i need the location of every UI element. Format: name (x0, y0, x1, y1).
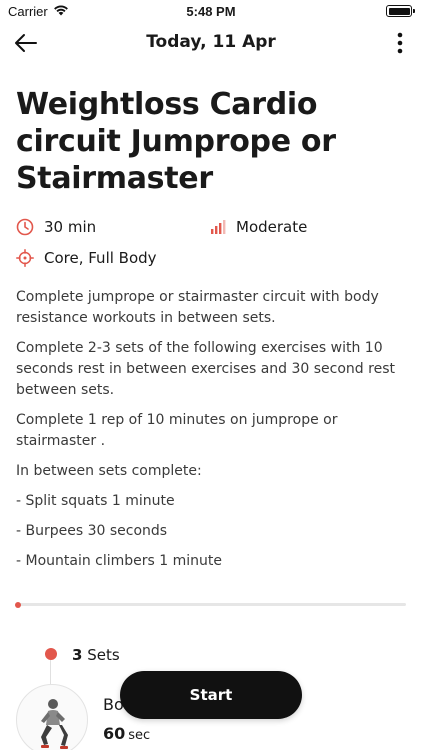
sets-marker (45, 648, 57, 660)
progress-indicator (15, 601, 21, 608)
focus-meta: Core, Full Body (16, 249, 157, 267)
status-bar: Carrier 5:48 PM (0, 0, 422, 24)
page-title: Today, 11 Apr (146, 32, 276, 52)
exercise-duration-value: 60 (103, 724, 126, 743)
battery-icon (386, 5, 415, 17)
intensity-meta: Moderate (210, 218, 307, 236)
exercise-duration: 60 sec (103, 724, 150, 743)
workout-title: Weightloss Cardio circuit Jumprope or St… (16, 87, 336, 196)
sets-count: 3 (72, 646, 83, 664)
sets-label: 3 Sets (72, 646, 120, 664)
target-icon (16, 249, 34, 267)
exercise-thumbnail[interactable] (16, 684, 88, 750)
duration-text: 30 min (44, 218, 97, 236)
workout-description: Complete jumprope or stairmaster circuit… (16, 287, 408, 581)
clock-icon (16, 218, 34, 236)
description-paragraph: Complete jumprope or stairmaster circuit… (16, 289, 379, 326)
description-paragraph: In between sets complete: (16, 463, 202, 479)
intensity-text: Moderate (236, 218, 308, 236)
description-paragraph: Complete 1 rep of 10 minutes on jumprope… (16, 412, 338, 449)
focus-text: Core, Full Body (44, 249, 157, 267)
more-vertical-icon (397, 32, 403, 54)
description-paragraph: - Burpees 30 seconds (16, 523, 168, 539)
intensity-bars-icon (211, 220, 226, 234)
duration-meta: 30 min (16, 218, 96, 236)
description-paragraph: - Split squats 1 minute (16, 493, 175, 509)
nav-bar: Today, 11 Apr (0, 26, 422, 60)
exercise-duration-unit: sec (128, 728, 151, 743)
status-time: 5:48 PM (186, 4, 236, 19)
start-workout-button[interactable]: Start (120, 671, 302, 719)
sets-text: Sets (87, 646, 120, 664)
description-paragraph: - Mountain climbers 1 minute (16, 553, 223, 569)
description-paragraph: Complete 2-3 sets of the following exerc… (16, 340, 395, 398)
workout-progress-bar (15, 601, 406, 608)
exercise-figure-image (41, 699, 68, 749)
more-options-button[interactable] (392, 30, 408, 56)
